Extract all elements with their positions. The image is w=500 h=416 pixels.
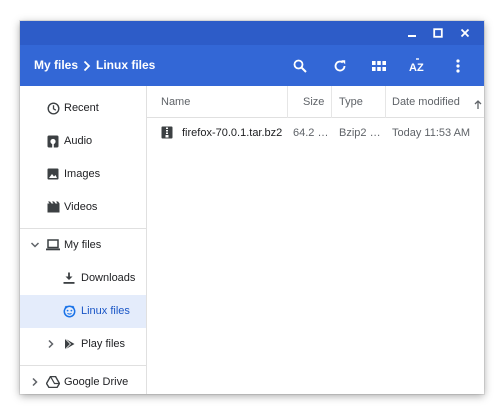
- minimize-icon[interactable]: [403, 24, 421, 42]
- breadcrumb-my-files[interactable]: My files: [34, 58, 78, 72]
- column-resize-handle[interactable]: [287, 86, 288, 118]
- linux-icon: [62, 304, 76, 318]
- sidebar-item-label: Images: [64, 168, 101, 180]
- archive-icon: [161, 126, 173, 139]
- app-header: My files Linux files AZ: [20, 45, 484, 86]
- column-resize-handle[interactable]: [331, 86, 332, 118]
- chevron-down-icon[interactable]: [29, 239, 41, 251]
- column-header-name[interactable]: Name: [161, 96, 190, 108]
- files-app-window: My files Linux files AZ Recent Audio Ima…: [20, 21, 484, 394]
- sidebar-item-label: Recent: [64, 102, 99, 114]
- sidebar-item-linux-files[interactable]: Linux files: [20, 295, 146, 328]
- laptop-icon: [46, 238, 60, 252]
- sidebar-item-recent[interactable]: Recent: [20, 92, 146, 125]
- breadcrumb-linux-files[interactable]: Linux files: [96, 58, 155, 72]
- refresh-icon[interactable]: [330, 56, 350, 76]
- column-header-type[interactable]: Type: [339, 96, 363, 108]
- sidebar-item-play-files[interactable]: Play files: [20, 328, 146, 361]
- maximize-icon[interactable]: [429, 24, 447, 42]
- file-list: Name Size Type Date modified firefox-70.…: [147, 86, 484, 394]
- more-vert-icon[interactable]: [448, 56, 468, 76]
- file-date-modified: Today 11:53 AM: [392, 127, 471, 139]
- table-row[interactable]: firefox-70.0.1.tar.bz2 64.2 … Bzip2 … To…: [147, 118, 484, 148]
- column-resize-handle[interactable]: [385, 86, 386, 118]
- chevron-right-icon: [83, 59, 91, 77]
- sidebar-item-videos[interactable]: Videos: [20, 191, 146, 224]
- column-header-date-modified[interactable]: Date modified: [392, 96, 470, 108]
- download-icon: [62, 271, 76, 285]
- sidebar-item-images[interactable]: Images: [20, 158, 146, 191]
- sidebar-item-label: Play files: [81, 338, 126, 350]
- sidebar: Recent Audio Images Videos My files Down…: [20, 86, 147, 394]
- video-icon: [46, 200, 60, 214]
- play-store-icon: [62, 337, 76, 351]
- grid-view-icon[interactable]: [369, 56, 389, 76]
- close-icon[interactable]: [456, 24, 474, 42]
- sidebar-item-label: Linux files: [81, 305, 130, 317]
- sidebar-item-label: Audio: [64, 135, 93, 147]
- search-icon[interactable]: [290, 56, 310, 76]
- sidebar-item-google-drive[interactable]: Google Drive: [20, 366, 146, 394]
- table-header: Name Size Type Date modified: [147, 86, 484, 118]
- chevron-right-icon[interactable]: [29, 376, 41, 388]
- audio-icon: [46, 134, 60, 148]
- column-header-size[interactable]: Size: [303, 96, 324, 108]
- chevron-right-icon[interactable]: [45, 338, 57, 350]
- arrow-up-icon: [474, 97, 482, 115]
- sidebar-item-label: Downloads: [81, 272, 136, 284]
- sidebar-item-my-files[interactable]: My files: [20, 229, 146, 262]
- sort-az-icon[interactable]: AZ: [408, 56, 428, 76]
- sidebar-item-downloads[interactable]: Downloads: [20, 262, 146, 295]
- sidebar-item-label: Videos: [64, 201, 98, 213]
- file-size: 64.2 …: [293, 127, 327, 139]
- sidebar-item-audio[interactable]: Audio: [20, 125, 146, 158]
- image-icon: [46, 167, 60, 181]
- sidebar-item-label: My files: [64, 239, 102, 251]
- title-bar[interactable]: [20, 21, 484, 45]
- drive-icon: [46, 375, 60, 389]
- clock-icon: [46, 101, 60, 115]
- file-type: Bzip2 …: [339, 127, 381, 139]
- sidebar-item-label: Google Drive: [64, 376, 129, 388]
- svg-text:AZ: AZ: [409, 62, 424, 74]
- file-name: firefox-70.0.1.tar.bz2: [182, 127, 282, 139]
